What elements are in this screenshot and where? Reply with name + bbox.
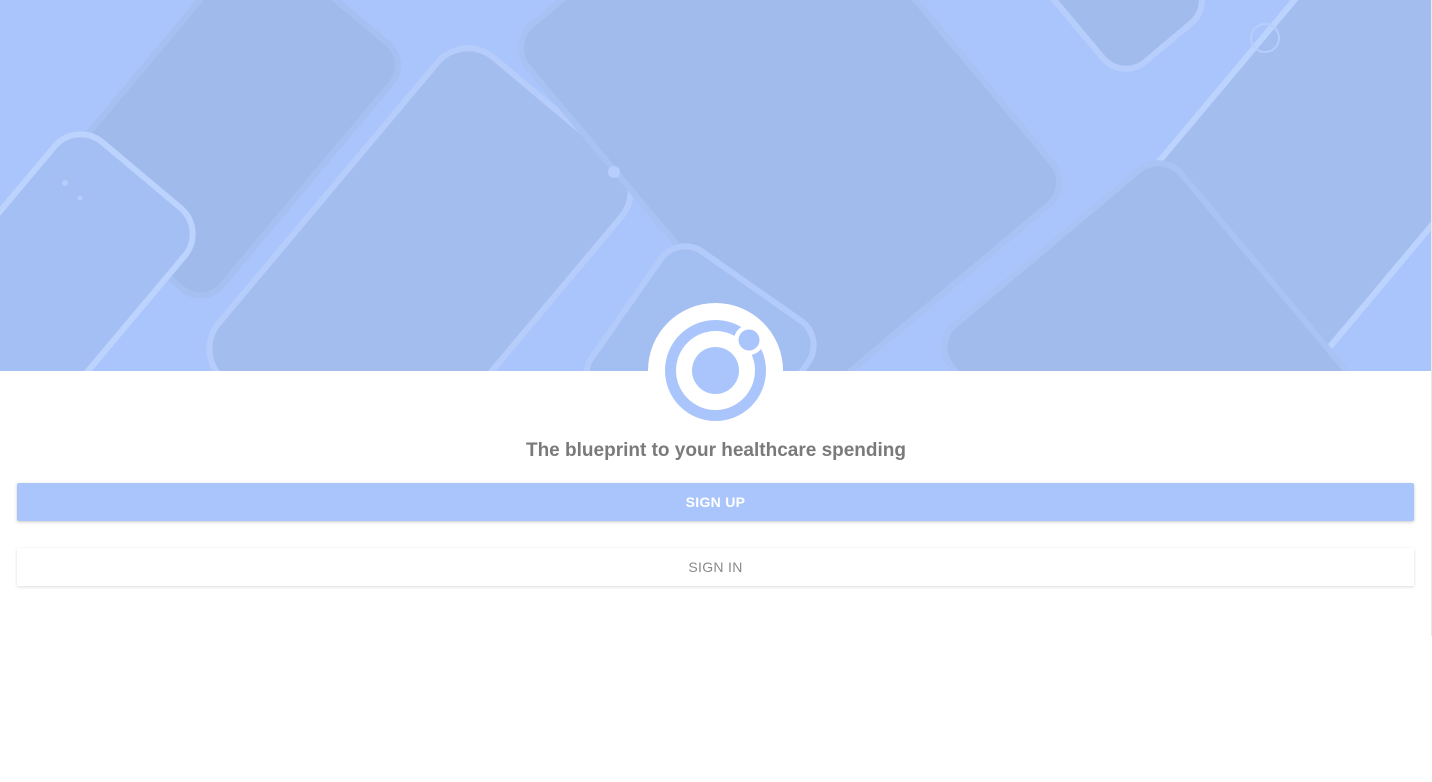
sign-up-button[interactable]: SIGN UP bbox=[17, 483, 1414, 521]
sign-in-button[interactable]: SIGN IN bbox=[17, 548, 1414, 586]
tagline: The blueprint to your healthcare spendin… bbox=[525, 440, 907, 461]
app-logo bbox=[648, 303, 783, 438]
ionic-logo-icon bbox=[665, 320, 766, 421]
welcome-screen: The blueprint to your healthcare spendin… bbox=[0, 0, 1432, 782]
